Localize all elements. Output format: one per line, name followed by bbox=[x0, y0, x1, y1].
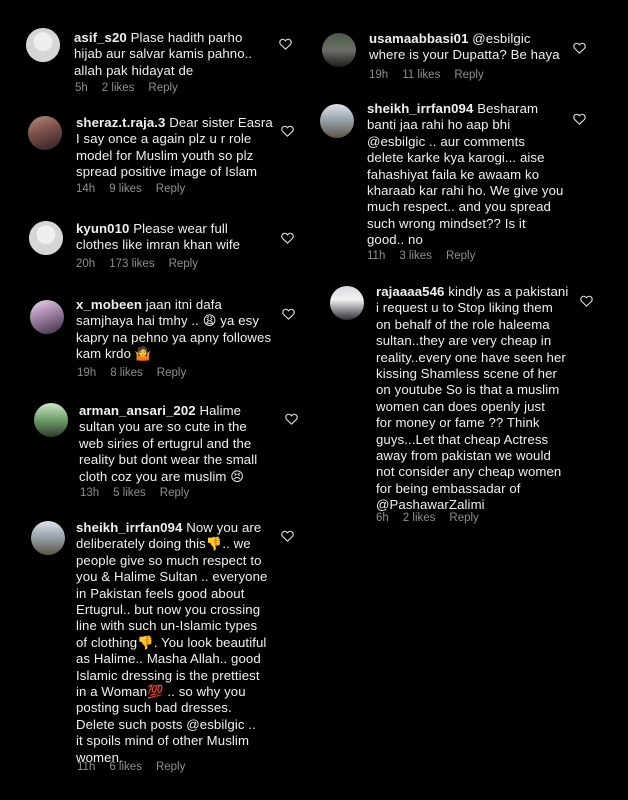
comment-x-mobeen: x_mobeen jaan itni dafa samjhaya hai tmh… bbox=[0, 290, 314, 385]
comment-time: 11h bbox=[367, 250, 386, 262]
reply-button[interactable]: Reply bbox=[148, 82, 177, 94]
reply-button[interactable]: Reply bbox=[156, 761, 185, 773]
comment-meta: 13h 5 likes Reply bbox=[80, 487, 189, 499]
comment-meta: 14h 9 likes Reply bbox=[76, 183, 185, 195]
comment-username[interactable]: arman_ansari_202 bbox=[79, 403, 196, 418]
avatar[interactable] bbox=[28, 116, 62, 150]
avatar[interactable] bbox=[320, 104, 354, 138]
comment-time: 6h bbox=[376, 512, 389, 524]
comment-username[interactable]: kyun010 bbox=[76, 221, 129, 236]
comment-rajaaaa546: rajaaaa546 kindly as a pakistani i reque… bbox=[314, 280, 628, 530]
comment-sheikh-irrfan-right: sheikh_irrfan094 Besharam banti jaa rahi… bbox=[314, 96, 628, 266]
heart-outline-icon[interactable] bbox=[580, 295, 593, 307]
heart-outline-icon[interactable] bbox=[573, 42, 586, 54]
reply-button[interactable]: Reply bbox=[156, 183, 185, 195]
comment-time: 19h bbox=[369, 69, 389, 81]
heart-outline-icon[interactable] bbox=[285, 413, 298, 425]
reply-button[interactable]: Reply bbox=[449, 512, 478, 524]
comment-time: 13h bbox=[80, 487, 100, 499]
comment-body: Besharam banti jaa rahi ho aap bhi @esbi… bbox=[367, 101, 564, 248]
comment-meta: 6h 2 likes Reply bbox=[376, 512, 479, 524]
comment-time: 11h bbox=[77, 761, 96, 773]
comment-text: usamaabbasi01 @esbilgic where is your Du… bbox=[369, 31, 579, 64]
reply-button[interactable]: Reply bbox=[169, 258, 198, 270]
avatar[interactable] bbox=[34, 403, 68, 437]
reply-button[interactable]: Reply bbox=[160, 487, 189, 499]
comment-text: sheikh_irrfan094 Besharam banti jaa rahi… bbox=[367, 101, 587, 249]
comment-likes[interactable]: 6 likes bbox=[109, 761, 142, 773]
comment-text: x_mobeen jaan itni dafa samjhaya hai tmh… bbox=[76, 297, 291, 363]
comment-likes[interactable]: 8 likes bbox=[110, 367, 143, 379]
heart-outline-icon[interactable] bbox=[282, 308, 295, 320]
heart-outline-icon[interactable] bbox=[279, 38, 292, 50]
comment-body: kindly as a pakistani i request u to Sto… bbox=[376, 284, 569, 513]
comment-likes[interactable]: 2 likes bbox=[403, 512, 436, 524]
heart-outline-icon[interactable] bbox=[281, 232, 294, 244]
comment-username[interactable]: rajaaaa546 bbox=[376, 284, 444, 299]
avatar[interactable] bbox=[29, 221, 63, 255]
comment-username[interactable]: sheraz.t.raja.3 bbox=[76, 115, 165, 130]
comment-likes[interactable]: 11 likes bbox=[402, 69, 440, 81]
comment-meta: 20h 173 likes Reply bbox=[76, 258, 198, 270]
comment-sheraz: sheraz.t.raja.3 Dear sister Easra I say … bbox=[0, 110, 314, 205]
comment-username[interactable]: x_mobeen bbox=[76, 297, 142, 312]
comment-username[interactable]: sheikh_irrfan094 bbox=[76, 520, 182, 535]
comment-username[interactable]: sheikh_irrfan094 bbox=[367, 101, 473, 116]
heart-outline-icon[interactable] bbox=[573, 113, 586, 125]
comment-text: rajaaaa546 kindly as a pakistani i reque… bbox=[376, 284, 586, 514]
comment-text: kyun010 Please wear full clothes like im… bbox=[76, 221, 286, 254]
comment-asif-s20: asif_s20 Plase hadith parho hijab aur sa… bbox=[0, 0, 314, 100]
heart-outline-icon[interactable] bbox=[281, 125, 294, 137]
comment-username[interactable]: asif_s20 bbox=[74, 30, 127, 45]
comment-likes[interactable]: 173 likes bbox=[109, 258, 154, 270]
comment-text: arman_ansari_202 Halime sultan you are s… bbox=[79, 403, 289, 485]
comment-likes[interactable]: 9 likes bbox=[109, 183, 142, 195]
comment-time: 14h bbox=[76, 183, 96, 195]
heart-outline-icon[interactable] bbox=[281, 530, 294, 542]
comment-sheikh-irrfan-left: sheikh_irrfan094 Now you are deliberatel… bbox=[0, 515, 314, 785]
comment-time: 5h bbox=[75, 82, 88, 94]
comment-body: Now you are deliberately doing this👎.. w… bbox=[76, 520, 268, 765]
reply-button[interactable]: Reply bbox=[446, 250, 475, 262]
avatar[interactable] bbox=[322, 33, 356, 67]
comment-arman: arman_ansari_202 Halime sultan you are s… bbox=[0, 395, 314, 505]
comment-time: 20h bbox=[76, 258, 96, 270]
comment-likes[interactable]: 3 likes bbox=[399, 250, 432, 262]
reply-button[interactable]: Reply bbox=[157, 367, 186, 379]
comment-likes[interactable]: 2 likes bbox=[102, 82, 135, 94]
comment-meta: 11h 6 likes Reply bbox=[77, 761, 185, 773]
comment-meta: 5h 2 likes Reply bbox=[75, 82, 178, 94]
comment-meta: 19h 11 likes Reply bbox=[369, 69, 484, 81]
comment-usamaabbasi01: usamaabbasi01 @esbilgic where is your Du… bbox=[314, 25, 628, 85]
avatar[interactable] bbox=[30, 300, 64, 334]
comment-text: sheikh_irrfan094 Now you are deliberatel… bbox=[76, 520, 291, 766]
comment-text: asif_s20 Plase hadith parho hijab aur sa… bbox=[74, 30, 279, 79]
avatar[interactable] bbox=[31, 521, 65, 555]
comment-time: 19h bbox=[77, 367, 97, 379]
avatar[interactable] bbox=[330, 286, 364, 320]
comment-kyun010: kyun010 Please wear full clothes like im… bbox=[0, 215, 314, 275]
comment-meta: 11h 3 likes Reply bbox=[367, 250, 475, 262]
comment-meta: 19h 8 likes Reply bbox=[77, 367, 186, 379]
reply-button[interactable]: Reply bbox=[454, 69, 483, 81]
comment-username[interactable]: usamaabbasi01 bbox=[369, 31, 469, 46]
comment-likes[interactable]: 5 likes bbox=[113, 487, 146, 499]
avatar[interactable] bbox=[26, 28, 60, 62]
comment-text: sheraz.t.raja.3 Dear sister Easra I say … bbox=[76, 115, 286, 181]
